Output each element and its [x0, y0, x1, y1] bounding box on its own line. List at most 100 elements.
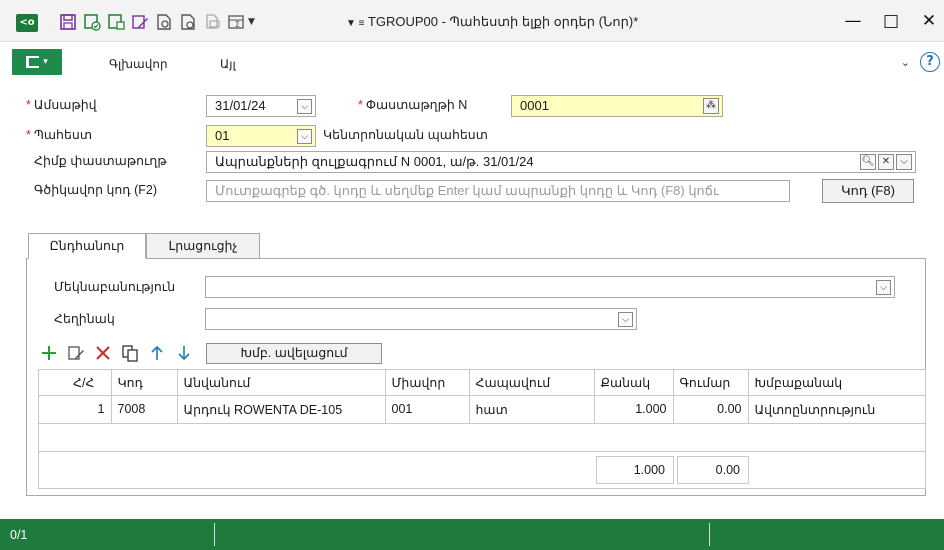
items-table: Հ/Հ Կոդ Անվանում Միավոր Հապավում Քանակ Գ… [39, 370, 925, 452]
title-bar: <o Σ ▼ ▼ ≡ TGROUP00 - Պահեստի ելքի օրդեր… [0, 0, 944, 42]
document-settings-icon[interactable] [178, 12, 198, 32]
main-menu-caret: ▾ [43, 57, 48, 67]
toolbar-more-caret-icon[interactable]: ▼ [248, 17, 255, 27]
document-number-field[interactable]: 0001 ⁂ [511, 95, 723, 117]
menu-bar: ▾ Գլխավոր Այլ ⌄ ? [0, 43, 944, 81]
col-header-quantity[interactable]: Քանակ [594, 370, 674, 396]
help-icon[interactable]: ? [920, 52, 940, 72]
warehouse-code-field[interactable]: 01 ⌵ [206, 125, 316, 147]
comment-field[interactable]: ⌵ [205, 276, 895, 298]
items-grid: Հ/Հ Կոդ Անվանում Միավոր Հապավում Քանակ Գ… [38, 369, 926, 489]
add-row-icon[interactable] [40, 344, 58, 362]
docnum-label-text: Փաստաթղթի N [365, 98, 468, 112]
col-header-sum[interactable]: Գումար [673, 370, 749, 396]
window-title-text: TGROUP00 - Պահեստի ելքի օրդեր (Նոր)* [367, 14, 639, 29]
move-up-icon[interactable] [148, 344, 166, 362]
cell-abbreviation[interactable]: հատ [469, 395, 595, 424]
collapse-ribbon-icon[interactable]: ⌄ [901, 56, 910, 69]
save-and-close-icon[interactable] [82, 12, 102, 32]
comment-dropdown-icon[interactable]: ⌵ [876, 280, 891, 295]
grid-toolbar: Խմբ. ավելացում [40, 342, 382, 364]
cell-unit[interactable]: 001 [385, 395, 470, 424]
warehouse-label-text: Պահեստ [33, 128, 92, 142]
clear-icon[interactable]: ✕ [878, 154, 894, 170]
required-mark: * [358, 98, 363, 112]
menu-item-main[interactable]: Գլխավոր [109, 57, 168, 71]
delete-row-icon[interactable] [94, 344, 112, 362]
main-menu-button[interactable]: ▾ [12, 49, 62, 75]
close-button[interactable]: ✕ [914, 8, 944, 34]
app-icon: <o [16, 14, 38, 32]
autonumber-wand-icon[interactable]: ⁂ [703, 98, 719, 114]
col-header-name[interactable]: Անվանում [177, 370, 386, 396]
barcode-placeholder: Մուտքագրեք գծ. կոդը և սեղմեք Enter կամ ա… [215, 183, 719, 198]
date-field[interactable]: 31/01/24 ⌵ [206, 95, 316, 117]
base-document-label: Հիմք փաստաթուղթ [34, 154, 167, 168]
table-row[interactable]: 1 7008 Արդուկ ROWENTA DE-105 001 հատ 1.0… [39, 395, 925, 424]
status-bar: 0/1 [0, 519, 944, 550]
edit-row-icon[interactable] [67, 344, 85, 362]
col-header-unit[interactable]: Միավոր [385, 370, 470, 396]
col-header-code[interactable]: Կոդ [111, 370, 178, 396]
col-header-batch[interactable]: Խմբաքանակ [748, 370, 925, 396]
save-as-template-icon[interactable] [106, 12, 126, 32]
row-indicator [39, 423, 67, 452]
author-dropdown-icon[interactable]: ⌵ [618, 312, 633, 327]
cell-name[interactable]: Արդուկ ROWENTA DE-105 [177, 395, 386, 424]
tab-general[interactable]: Ընդհանուր [28, 233, 146, 259]
base-document-value: Ապրանքների զուլքագրում N 0001, ա/թ. 31/0… [215, 154, 534, 169]
date-label-text: Ամսաթիվ [33, 98, 97, 112]
record-counter: 0/1 [10, 528, 28, 542]
row-indicator-header [39, 370, 67, 396]
warehouse-dropdown-icon[interactable]: ⌵ [297, 129, 312, 144]
docnum-label: * Փաստաթղթի N [358, 97, 467, 112]
warehouse-code: 01 [215, 128, 230, 143]
col-header-abbreviation[interactable]: Հապավում [469, 370, 595, 396]
menu-item-other[interactable]: Այլ [220, 57, 236, 71]
table-row-empty[interactable] [39, 423, 925, 452]
table-sum-icon[interactable]: Σ [226, 12, 246, 32]
docnum-value: 0001 [520, 98, 549, 113]
move-down-icon[interactable] [175, 344, 193, 362]
col-header-number[interactable]: Հ/Հ [67, 370, 112, 396]
preview-icon[interactable] [154, 12, 174, 32]
cell-code[interactable]: 7008 [111, 395, 178, 424]
date-dropdown-icon[interactable]: ⌵ [297, 99, 312, 114]
warehouse-label: * Պահեստ [26, 127, 92, 142]
date-label: * Ամսաթիվ [26, 97, 97, 112]
copy-row-icon[interactable] [121, 344, 139, 362]
group-add-button[interactable]: Խմբ. ավելացում [206, 342, 382, 364]
maximize-button[interactable]: □ [876, 8, 906, 34]
title-prefix: ▼ ≡ [346, 18, 365, 29]
author-label: Հեղինակ [54, 312, 115, 326]
base-document-dropdown-icon[interactable]: ⌵ [896, 154, 912, 170]
tab-additional[interactable]: Լրացուցիչ [146, 233, 260, 259]
required-mark: * [26, 98, 31, 112]
quick-toolbar: Σ ▼ [58, 10, 255, 34]
cell-quantity[interactable]: 1.000 [594, 395, 674, 424]
base-document-field[interactable]: Ապրանքների զուլքագրում N 0001, ա/թ. 31/0… [206, 151, 916, 173]
svg-text:Σ: Σ [235, 20, 240, 29]
date-value: 31/01/24 [215, 98, 266, 113]
menu-icon [26, 56, 40, 68]
edit-document-icon[interactable] [130, 12, 150, 32]
save-icon[interactable] [58, 12, 78, 32]
barcode-label: Գծիկավոր կոդ (F2) [34, 183, 157, 197]
cell-batch[interactable]: Ավտոընտրություն [748, 395, 925, 424]
comment-label: Մեկնաբանություն [54, 280, 176, 294]
search-icon[interactable]: 🔍︎ [860, 154, 876, 170]
cell-sum[interactable]: 0.00 [673, 395, 749, 424]
code-f8-button[interactable]: Կոդ (F8) [822, 179, 914, 203]
status-separator [709, 523, 710, 546]
print-icon[interactable] [202, 12, 222, 32]
total-quantity: 1.000 [596, 456, 674, 484]
row-indicator [39, 395, 67, 424]
author-field[interactable]: ⌵ [205, 308, 637, 330]
total-sum: 0.00 [677, 456, 749, 484]
warehouse-name: Կենտրոնական պահեստ [323, 128, 488, 142]
minimize-button[interactable]: — [838, 8, 868, 34]
cell-number[interactable]: 1 [67, 395, 112, 424]
barcode-input[interactable]: Մուտքագրեք գծ. կոդը և սեղմեք Enter կամ ա… [206, 180, 790, 202]
window-title: ▼ ≡ TGROUP00 - Պահեստի ելքի օրդեր (Նոր)* [346, 14, 638, 30]
required-mark: * [26, 128, 31, 142]
